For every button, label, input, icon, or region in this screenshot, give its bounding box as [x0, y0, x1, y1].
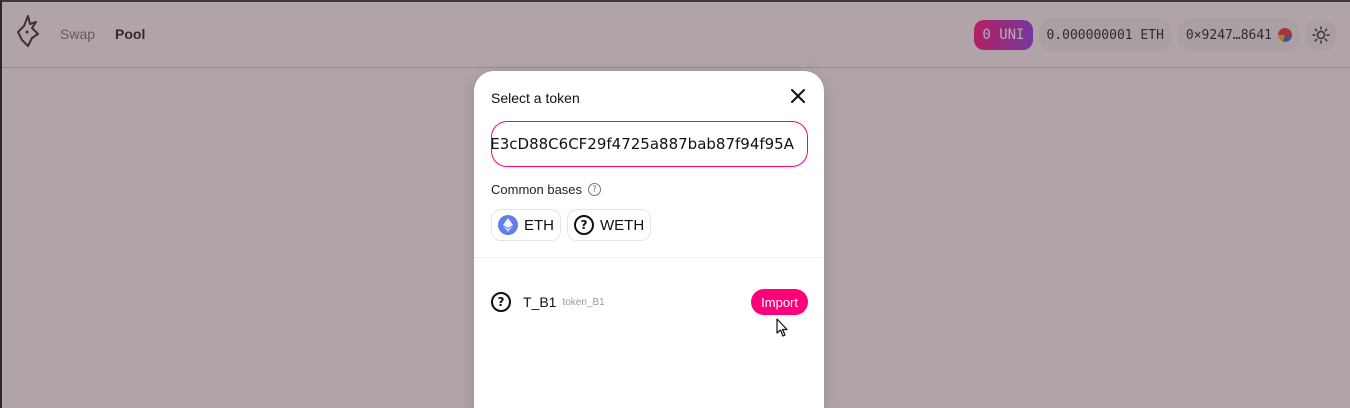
divider	[474, 257, 824, 258]
mouse-cursor-icon	[776, 318, 788, 337]
import-button[interactable]: Import	[751, 289, 808, 315]
close-icon[interactable]	[790, 88, 806, 104]
select-token-modal: Select a token E3cD88C6CF29f4725a887bab8…	[474, 71, 824, 408]
search-input-value: E3cD88C6CF29f4725a887bab87f94f95A	[491, 135, 794, 153]
window-frame-left	[0, 0, 2, 408]
common-bases-list: ETH ? WETH	[491, 209, 652, 241]
base-chip-label: ETH	[524, 216, 554, 234]
base-chip-eth[interactable]: ETH	[491, 209, 561, 241]
token-name: token_B1	[562, 296, 605, 308]
ethereum-icon	[498, 215, 518, 235]
question-icon: ?	[491, 292, 511, 312]
token-list-item[interactable]: ? T_B1 token_B1 Import	[491, 287, 808, 317]
modal-title: Select a token	[491, 90, 580, 106]
base-chip-label: WETH	[600, 216, 645, 234]
question-icon: ?	[574, 215, 594, 235]
common-bases-text: Common bases	[491, 182, 583, 197]
token-search-input[interactable]: E3cD88C6CF29f4725a887bab87f94f95A	[491, 121, 808, 167]
help-icon[interactable]: ?	[588, 183, 602, 196]
common-bases-label: Common bases ?	[491, 182, 602, 197]
window-frame-top	[0, 0, 1350, 2]
base-chip-weth[interactable]: ? WETH	[567, 209, 652, 241]
token-symbol: T_B1	[523, 294, 557, 310]
